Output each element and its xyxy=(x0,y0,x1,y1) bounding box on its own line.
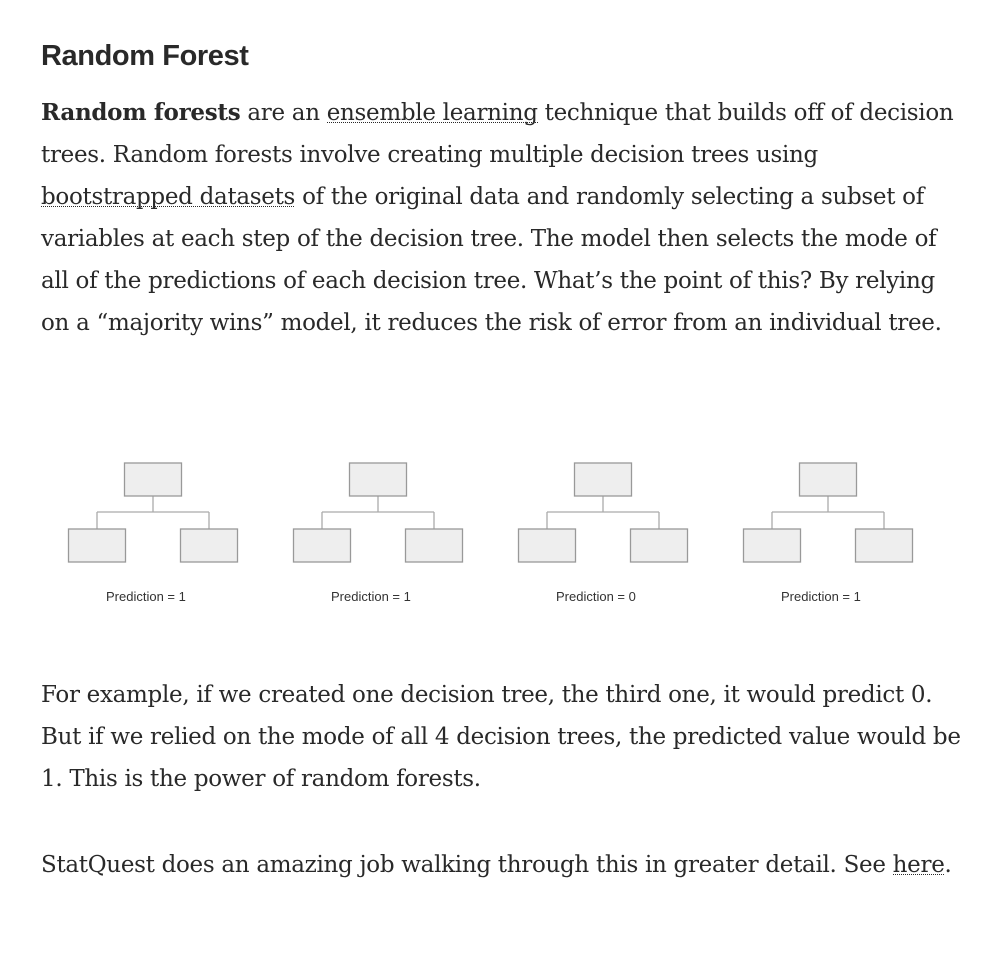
decision-tree-2 xyxy=(292,462,464,563)
root-node xyxy=(573,462,633,497)
bold-lead-term: Random forests xyxy=(41,99,241,126)
root-node xyxy=(798,462,858,497)
right-leaf-node xyxy=(854,528,914,563)
section-title: Random Forest xyxy=(41,40,249,72)
tree-edges xyxy=(546,496,660,529)
decision-trees-drawing xyxy=(67,462,914,563)
decision-tree-1 xyxy=(67,462,239,563)
decision-tree-4 xyxy=(742,462,914,563)
para1-text-a: are an xyxy=(240,100,327,126)
right-leaf-node xyxy=(404,528,464,563)
left-leaf-node xyxy=(517,528,577,563)
left-leaf-node xyxy=(742,528,802,563)
left-leaf-node xyxy=(67,528,127,563)
random-forest-diagram: Prediction = 1 Prediction = 1 Prediction =… xyxy=(41,448,961,618)
here-link[interactable]: here xyxy=(892,852,945,878)
right-leaf-node xyxy=(179,528,239,563)
left-leaf-node xyxy=(292,528,352,563)
prediction-label-3: Prediction = 0 xyxy=(556,589,636,604)
para3-text-a: StatQuest does an amazing job walking th… xyxy=(41,852,893,878)
root-node xyxy=(348,462,408,497)
example-paragraph: For example, if we created one decision … xyxy=(41,682,961,792)
right-leaf-node xyxy=(629,528,689,563)
prediction-label-2: Prediction = 1 xyxy=(331,589,411,604)
prediction-label-4: Prediction = 1 xyxy=(781,589,861,604)
ensemble-learning-link[interactable]: ensemble learning xyxy=(326,100,538,126)
tree-edges xyxy=(96,496,210,529)
prediction-label-1: Prediction = 1 xyxy=(106,589,186,604)
statquest-paragraph: StatQuest does an amazing job walking th… xyxy=(41,844,961,886)
tree-edges xyxy=(771,496,885,529)
intro-paragraph: Random forests are an ensemble learning … xyxy=(41,92,961,344)
bootstrapped-datasets-link[interactable]: bootstrapped datasets xyxy=(41,184,295,210)
root-node xyxy=(123,462,183,497)
tree-edges xyxy=(321,496,435,529)
para3-text-b: . xyxy=(944,852,952,878)
decision-tree-3 xyxy=(517,462,689,563)
